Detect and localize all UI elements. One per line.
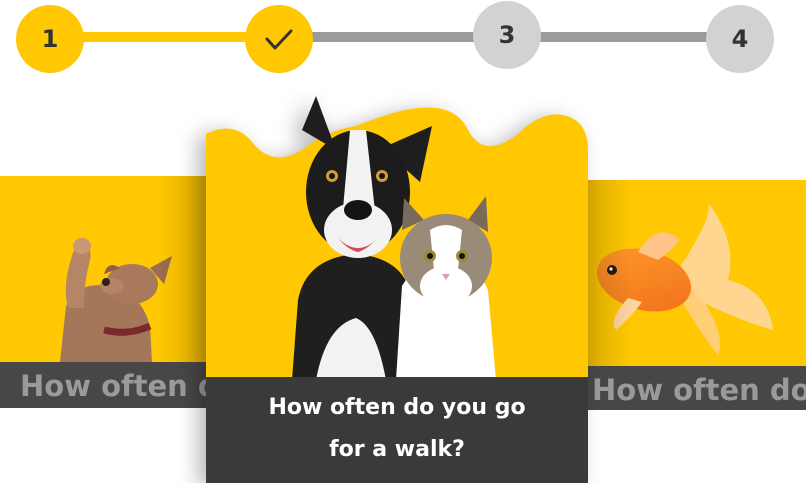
question-card-left[interactable]: How often do [0,176,210,408]
card-right-caption: How often do [588,366,806,410]
card-right-photo [588,180,806,366]
card-main-caption: How often do you go for a walk? [206,377,588,483]
step-3[interactable]: 3 [473,1,541,69]
step-1[interactable]: 1 [16,5,84,73]
card-left-photo [0,176,210,362]
dog-and-cat-icon [206,96,588,380]
card-main-caption-line-1: How often do you go [268,395,526,420]
step-4[interactable]: 4 [706,5,774,73]
dog-waving-icon [0,176,210,362]
question-card-main[interactable]: How often do you go for a walk? [206,90,588,483]
card-main-caption-line-2: for a walk? [329,437,465,462]
card-left-caption: How often do [0,362,210,408]
quiz-stage: 1 3 4 How often d How often do How often… [0,0,806,483]
step-1-label: 1 [41,25,59,53]
checkmark-icon [265,29,293,50]
step-2[interactable] [245,5,313,73]
question-card-right[interactable]: How often do [588,180,806,410]
goldfish-icon [588,180,806,366]
step-4-label: 4 [731,25,749,53]
step-3-label: 3 [498,21,516,49]
